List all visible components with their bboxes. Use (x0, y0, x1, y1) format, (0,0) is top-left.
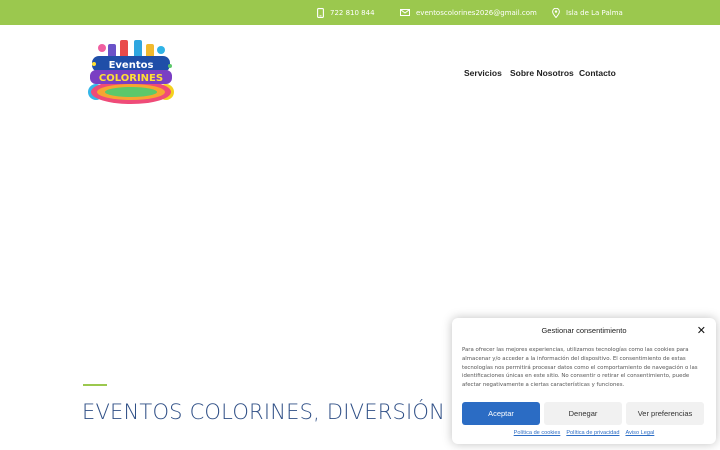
site-logo[interactable]: Eventos COLORINES (84, 36, 178, 108)
logo-text-colorines: COLORINES (99, 73, 163, 84)
accept-button[interactable]: Aceptar (462, 402, 540, 425)
accent-divider (83, 384, 107, 386)
cookie-policy-link[interactable]: Política de cookies (514, 430, 561, 436)
phone-icon (317, 7, 324, 18)
deny-button[interactable]: Denegar (544, 402, 622, 425)
cookie-dialog-title: Gestionar consentimiento (541, 326, 627, 335)
phone-number: 722 810 844 (330, 8, 375, 17)
map-pin-icon (552, 7, 560, 18)
nav-contacto[interactable]: Contacto (579, 68, 616, 78)
location-text: Isla de La Palma (566, 8, 623, 17)
email-address: eventoscolorines2026@gmail.com (416, 8, 537, 17)
view-preferences-button[interactable]: Ver preferencias (626, 402, 704, 425)
cookie-consent-dialog: Gestionar consentimiento ✕ Para ofrecer … (452, 318, 716, 444)
phone-contact[interactable]: 722 810 844 (317, 0, 375, 25)
privacy-policy-link[interactable]: Política de privacidad (566, 430, 619, 436)
legal-notice-link[interactable]: Aviso Legal (625, 430, 654, 436)
nav-servicios[interactable]: Servicios (464, 68, 502, 78)
nav-sobre-nosotros[interactable]: Sobre Nosotros (510, 68, 574, 78)
cookie-links: Política de cookies Política de privacid… (452, 430, 716, 436)
logo-text-eventos: Eventos (109, 60, 154, 71)
email-contact[interactable]: eventoscolorines2026@gmail.com (400, 0, 537, 25)
envelope-icon (400, 9, 410, 16)
top-bar: 722 810 844 eventoscolorines2026@gmail.c… (0, 0, 720, 25)
location-contact[interactable]: Isla de La Palma (552, 0, 623, 25)
close-icon[interactable]: ✕ (697, 324, 706, 337)
cookie-description: Para ofrecer las mejores experiencias, u… (462, 347, 698, 389)
